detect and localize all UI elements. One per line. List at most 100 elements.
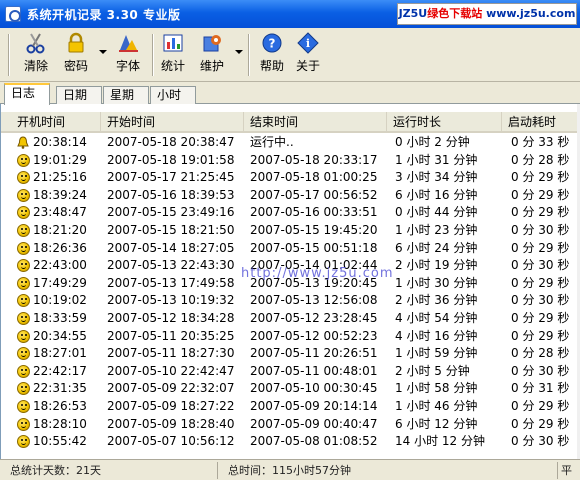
tab-hour[interactable]: 小时 [150,86,196,104]
tab-log[interactable]: 日志 [4,83,50,105]
col-header-duration[interactable]: 运行时长 [387,112,502,133]
table-cell: 23:48:47 [33,205,87,220]
table-cell: 10:55:42 [33,434,87,449]
password-dropdown-icon[interactable] [99,50,107,54]
table-cell: 2007-05-11 00:48:01 [250,363,378,378]
status-total-time: 总时间：115小时57分钟 [218,462,558,479]
table-row[interactable]: 10:55:42 2007-05-07 10:56:12 2007-05-08 01… [1,433,580,451]
table-row[interactable]: 18:21:20 2007-05-15 18:21:50 2007-05-15 19… [1,222,580,240]
table-cell: 0 分 30 秒 [511,258,570,273]
font-button[interactable]: 字体 [112,32,144,78]
smiley-icon [17,153,30,167]
table-cell: 2007-05-15 19:45:20 [250,222,378,237]
clear-label: 清除 [23,59,48,73]
table-body: 20:38:14 2007-05-18 20:38:47 运行中.. 0 小时 2 分… [1,134,580,451]
col-header-end-time[interactable]: 结束时间 [244,112,387,133]
help-label: 帮助 [259,59,284,73]
table-row[interactable]: 19:01:29 2007-05-18 19:01:58 2007-05-18 20… [1,152,580,170]
smiley-icon [17,382,30,396]
tab-date[interactable]: 日期 [56,86,102,104]
maintain-button[interactable]: 维护 [196,32,228,78]
table-cell: 20:34:55 [33,328,87,343]
table-cell: 1 小时 46 分钟 [395,398,478,413]
table-cell: 0 分 31 秒 [511,381,570,396]
table-cell: 2007-05-17 21:25:45 [107,170,235,185]
maintain-dropdown-icon[interactable] [235,50,243,54]
smiley-icon [17,188,30,202]
table-cell: 2007-05-09 18:27:22 [107,398,235,413]
table-row[interactable]: 10:19:02 2007-05-13 10:19:32 2007-05-13 12… [1,292,580,310]
table-row[interactable]: 20:38:14 2007-05-18 20:38:47 运行中.. 0 小时 2 分… [1,134,580,152]
table-cell: 2 小时 19 分钟 [395,258,478,273]
smiley-icon [17,329,30,343]
table-row[interactable]: 20:34:55 2007-05-11 20:35:25 2007-05-12 00… [1,328,580,346]
table-row[interactable]: 18:28:10 2007-05-09 18:28:40 2007-05-09 00… [1,416,580,434]
stats-button[interactable]: 统计 [157,32,189,78]
table-row[interactable]: 23:48:47 2007-05-15 23:49:16 2007-05-16 00… [1,204,580,222]
table-cell: 2007-05-13 17:49:58 [107,275,235,290]
table-cell: 1 小时 58 分钟 [395,381,478,396]
table-row[interactable]: 17:49:29 2007-05-13 17:49:58 2007-05-13 19… [1,275,580,293]
svg-text:?: ? [269,37,276,51]
col-header-boot-time[interactable]: 开机时间 [11,112,101,133]
table-cell: 0 分 29 秒 [511,398,570,413]
smiley-icon [17,241,30,255]
table-row[interactable]: 18:27:01 2007-05-11 18:27:30 2007-05-11 20… [1,345,580,363]
table-cell: 2007-05-09 22:32:07 [107,381,235,396]
help-button[interactable]: ? 帮助 [256,32,288,78]
toolbar-separator [152,34,154,76]
smiley-icon [17,206,30,220]
watermark-url: www.jz5u.com [482,7,576,20]
table-cell: 运行中.. [250,135,294,149]
table-row[interactable]: 22:31:35 2007-05-09 22:32:07 2007-05-10 00… [1,380,580,398]
table-cell: 0 分 29 秒 [511,187,570,202]
table-cell: 2007-05-14 01:02:44 [250,258,378,273]
table-cell: 0 分 29 秒 [511,328,570,343]
table-cell: 22:42:17 [33,363,87,378]
table-cell: 2007-05-13 19:20:45 [250,275,378,290]
table-cell: 2007-05-18 20:38:47 [107,135,235,149]
table-cell: 19:01:29 [33,152,87,167]
table-cell: 10:19:02 [33,293,87,308]
about-label: 关于 [295,59,320,73]
table-row[interactable]: 18:26:36 2007-05-14 18:27:05 2007-05-15 00… [1,240,580,258]
lock-icon [68,32,84,53]
clear-button[interactable]: 清除 [20,32,52,78]
watermark-brand: JZ5U [398,7,428,20]
table-cell: 18:28:10 [33,416,87,431]
table-cell: 2007-05-11 20:35:25 [107,328,235,343]
about-button[interactable]: i 关于 [292,32,324,78]
table-row[interactable]: 21:25:16 2007-05-17 21:25:45 2007-05-18 01… [1,169,580,187]
table-cell: 2007-05-11 18:27:30 [107,346,235,361]
table-row[interactable]: 18:33:59 2007-05-12 18:34:28 2007-05-12 23… [1,310,580,328]
col-header-start-time[interactable]: 开始时间 [101,112,244,133]
stats-label: 统计 [160,59,185,73]
table-cell: 2007-05-16 00:33:51 [250,205,378,220]
table-cell: 0 分 30 秒 [511,222,570,237]
table-row[interactable]: 22:42:17 2007-05-10 22:42:47 2007-05-11 00… [1,363,580,381]
window-title: 系统开机记录 3.30 专业版 [27,8,181,22]
table-cell: 0 小时 2 分钟 [395,135,470,149]
smiley-icon [17,347,30,361]
col-header-startup-cost[interactable]: 启动耗时 [502,112,580,133]
svg-text:i: i [306,37,310,50]
table-cell: 22:31:35 [33,381,87,396]
table-cell: 0 分 28 秒 [511,152,570,167]
table-cell: 2007-05-12 23:28:45 [250,310,378,325]
smiley-icon [17,435,30,449]
table-cell: 0 分 30 秒 [511,363,570,378]
table-cell: 6 小时 24 分钟 [395,240,478,255]
table-cell: 18:33:59 [33,310,87,325]
help-icon: ? [262,33,282,53]
tab-weekday[interactable]: 星期 [103,86,149,104]
table-cell: 2007-05-18 19:01:58 [107,152,235,167]
info-icon: i [297,32,319,54]
table-cell: 2 小时 5 分钟 [395,363,470,378]
smiley-icon [17,276,30,290]
maintenance-icon [203,35,221,52]
log-table[interactable]: 开机时间 开始时间 结束时间 运行时长 启动耗时 20:38:14 2007-05… [0,104,580,459]
password-button[interactable]: 密码 [60,32,92,78]
table-row[interactable]: 18:39:24 2007-05-16 18:39:53 2007-05-17 00… [1,187,580,205]
table-row[interactable]: 22:43:00 2007-05-13 22:43:30 2007-05-14 01… [1,257,580,275]
table-row[interactable]: 18:26:53 2007-05-09 18:27:22 2007-05-09 20… [1,398,580,416]
